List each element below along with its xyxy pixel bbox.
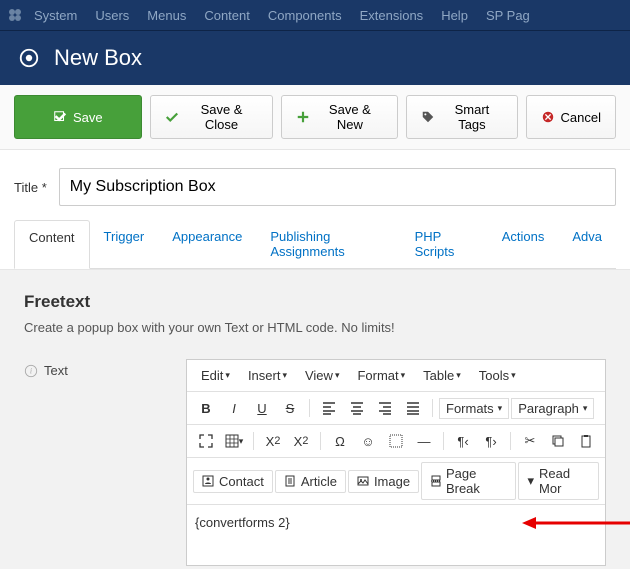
bold-icon[interactable]: B [193, 396, 219, 420]
action-toolbar: Save Save & Close Save & New Smart Tags … [0, 85, 630, 150]
cancel-icon [541, 110, 555, 124]
editor-toolbar-3: Contact Article Image Page Break ▾Read M… [187, 458, 605, 505]
omega-icon[interactable]: Ω [327, 429, 353, 453]
formats-dropdown[interactable]: Formats▾ [439, 398, 509, 419]
page-header: New Box [0, 30, 630, 85]
menu-extensions[interactable]: Extensions [360, 8, 424, 23]
underline-icon[interactable]: U [249, 396, 275, 420]
editor-menu-view[interactable]: View▾ [297, 364, 347, 387]
copy-icon[interactable] [545, 429, 571, 453]
check-icon [165, 110, 179, 124]
info-icon: i [24, 364, 38, 378]
section-heading: Freetext [24, 292, 606, 312]
grid-icon[interactable] [383, 429, 409, 453]
cancel-button[interactable]: Cancel [526, 95, 616, 139]
align-left-icon[interactable] [316, 396, 342, 420]
menu-users[interactable]: Users [95, 8, 129, 23]
editor-menu-format[interactable]: Format▾ [349, 364, 413, 387]
rich-text-editor: Edit▾ Insert▾ View▾ Format▾ Table▾ Tools… [186, 359, 606, 566]
align-right-icon[interactable] [372, 396, 398, 420]
editor-menu-edit[interactable]: Edit▾ [193, 364, 238, 387]
target-icon [18, 47, 40, 69]
menu-menus[interactable]: Menus [147, 8, 186, 23]
menu-help[interactable]: Help [441, 8, 468, 23]
field-row: i Text Edit▾ Insert▾ View▾ Format▾ Table… [24, 359, 606, 566]
annotation-arrow [522, 517, 630, 529]
field-label: Text [44, 363, 68, 378]
page-title: New Box [54, 45, 142, 71]
contact-button[interactable]: Contact [193, 470, 273, 493]
save-button[interactable]: Save [14, 95, 142, 139]
editor-menu-insert[interactable]: Insert▾ [240, 364, 295, 387]
superscript-icon[interactable]: X2 [288, 429, 314, 453]
paste-icon[interactable] [573, 429, 599, 453]
menu-sp[interactable]: SP Pag [486, 8, 530, 23]
tab-actions[interactable]: Actions [488, 220, 559, 268]
subscript-icon[interactable]: X2 [260, 429, 286, 453]
hr-icon[interactable]: — [411, 429, 437, 453]
title-label: Title * [14, 180, 47, 195]
tabs: Content Trigger Appearance Publishing As… [14, 220, 616, 269]
editor-toolbar-2: ▾ X2 X2 Ω ☺ — ¶‹ ¶› ✂ [187, 425, 605, 458]
article-button[interactable]: Article [275, 470, 346, 493]
smart-tags-button[interactable]: Smart Tags [406, 95, 517, 139]
menu-system[interactable]: System [34, 8, 77, 23]
admin-top-menu: System Users Menus Content Components Ex… [0, 0, 630, 30]
italic-icon[interactable]: I [221, 396, 247, 420]
paragraph-dropdown[interactable]: Paragraph▾ [511, 398, 594, 419]
read-more-button[interactable]: ▾Read Mor [518, 462, 599, 500]
save-new-button[interactable]: Save & New [281, 95, 398, 139]
title-input[interactable] [59, 168, 616, 206]
editor-toolbar-1: B I U S Formats▾ Paragraph▾ [187, 392, 605, 425]
cut-icon[interactable]: ✂ [517, 429, 543, 453]
ltr-icon[interactable]: ¶‹ [450, 429, 476, 453]
save-close-button[interactable]: Save & Close [150, 95, 274, 139]
image-button[interactable]: Image [348, 470, 419, 493]
fullscreen-icon[interactable] [193, 429, 219, 453]
tab-appearance[interactable]: Appearance [158, 220, 256, 268]
table-icon[interactable]: ▾ [221, 429, 247, 453]
tab-php[interactable]: PHP Scripts [401, 220, 488, 268]
tab-publishing[interactable]: Publishing Assignments [256, 220, 400, 268]
svg-text:i: i [30, 366, 32, 375]
title-field-row: Title * [0, 150, 630, 220]
editor-menu-table[interactable]: Table▾ [415, 364, 469, 387]
apply-icon [53, 110, 67, 124]
menu-components[interactable]: Components [268, 8, 342, 23]
rtl-icon[interactable]: ¶› [478, 429, 504, 453]
joomla-icon [6, 6, 24, 24]
content-panel: Freetext Create a popup box with your ow… [0, 269, 630, 569]
tab-content[interactable]: Content [14, 220, 90, 269]
editor-menubar: Edit▾ Insert▾ View▾ Format▾ Table▾ Tools… [187, 360, 605, 392]
page-break-button[interactable]: Page Break [421, 462, 516, 500]
tab-trigger[interactable]: Trigger [90, 220, 159, 268]
align-center-icon[interactable] [344, 396, 370, 420]
plus-icon [296, 110, 310, 124]
editor-text: {convertforms 2} [195, 515, 290, 530]
section-description: Create a popup box with your own Text or… [24, 320, 606, 335]
editor-menu-tools[interactable]: Tools▾ [471, 364, 524, 387]
tab-advanced[interactable]: Adva [558, 220, 616, 268]
field-label-wrap: i Text [24, 359, 186, 378]
tag-icon [421, 110, 435, 124]
editor-body[interactable]: {convertforms 2} [187, 505, 605, 565]
align-justify-icon[interactable] [400, 396, 426, 420]
strike-icon[interactable]: S [277, 396, 303, 420]
emoji-icon[interactable]: ☺ [355, 429, 381, 453]
menu-content[interactable]: Content [204, 8, 250, 23]
